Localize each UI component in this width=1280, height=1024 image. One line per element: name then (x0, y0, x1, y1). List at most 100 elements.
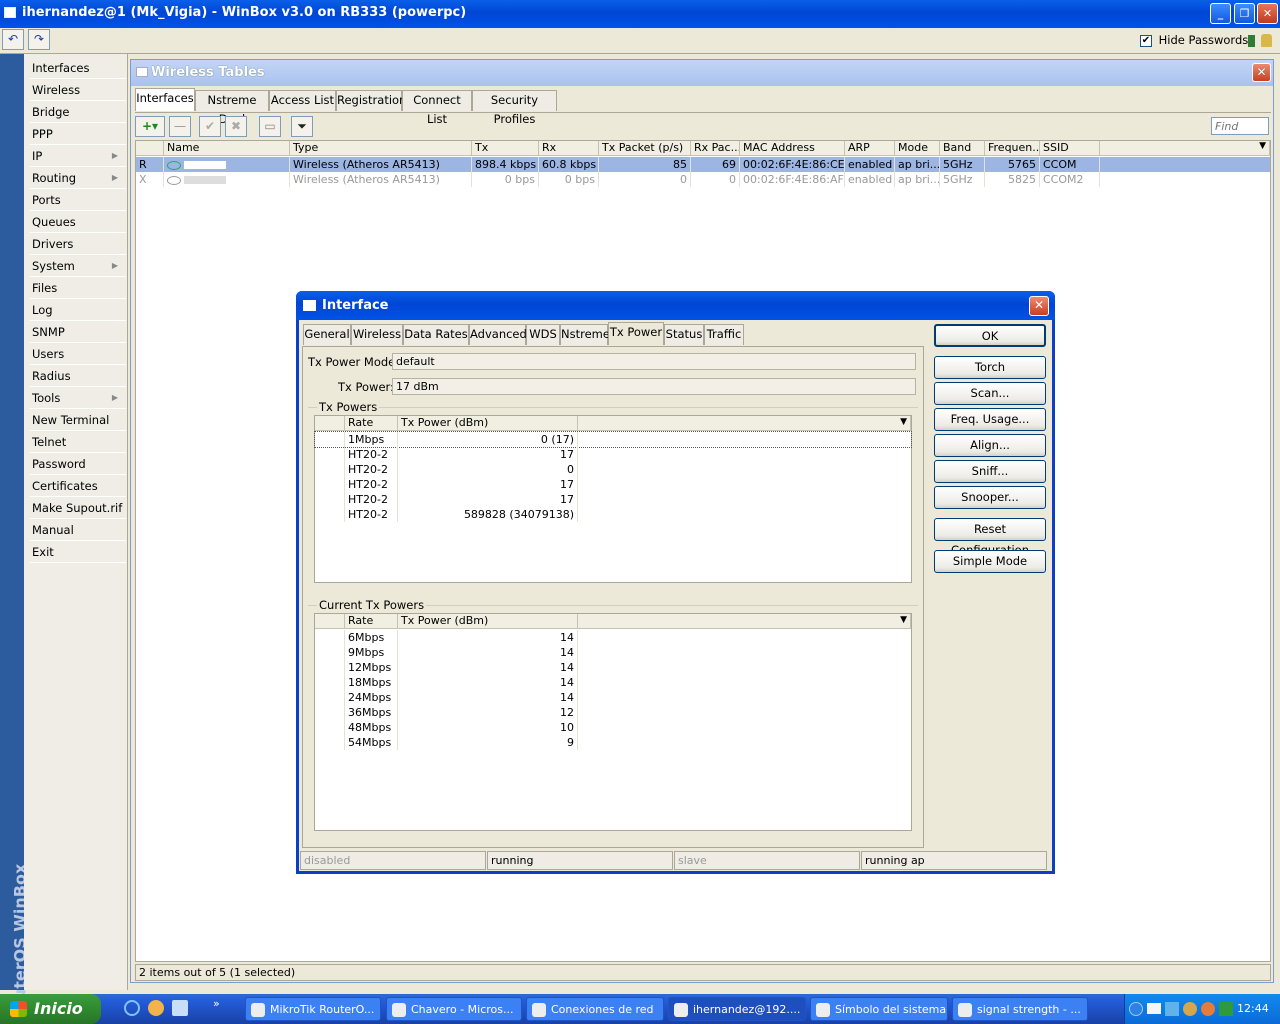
restore-button[interactable]: ❐ (1234, 3, 1255, 24)
tab-general[interactable]: General (303, 324, 351, 345)
tab-tx-power[interactable]: Tx Power (608, 322, 664, 345)
scan-button[interactable]: Scan... (934, 382, 1046, 405)
tab-nstreme[interactable]: Nstreme (560, 324, 610, 345)
sidebar-item-manual[interactable]: Manual (30, 519, 126, 541)
sidebar-item-ports[interactable]: Ports (30, 189, 126, 211)
simple-mode-button[interactable]: Simple Mode (934, 550, 1046, 573)
start-button[interactable]: Inicio (0, 994, 101, 1024)
tray-arrow-icon[interactable] (1129, 1002, 1143, 1016)
list-item[interactable]: 6Mbps 14 (315, 630, 911, 645)
tab-traffic[interactable]: Traffic (704, 324, 744, 345)
list-item[interactable]: 12Mbps 14 (315, 660, 911, 675)
column-header-tx-power[interactable]: Tx Power (dBm) (398, 416, 578, 431)
comment-icon[interactable]: ▭ (259, 116, 281, 137)
column-header-arp[interactable]: ARP (845, 141, 895, 156)
firefox-quicklaunch-icon[interactable] (148, 1000, 164, 1016)
column-menu-icon[interactable]: ▼ (900, 417, 907, 427)
taskbar-task[interactable]: ihernandez@192.... (668, 997, 806, 1021)
security-icon[interactable] (1183, 1002, 1197, 1016)
column-header-band[interactable]: Band (940, 141, 985, 156)
sidebar-item-interfaces[interactable]: Interfaces (30, 57, 126, 79)
sidebar-item-queues[interactable]: Queues (30, 211, 126, 233)
taskbar-task[interactable]: Chavero - Micros... (386, 997, 522, 1021)
torch-button[interactable]: Torch (934, 356, 1046, 379)
sidebar-item-snmp[interactable]: SNMP (30, 321, 126, 343)
tab-nstreme-dual[interactable]: Nstreme Dual (195, 90, 269, 126)
column-header-name[interactable]: Name (164, 141, 290, 156)
column-header-ssid[interactable]: SSID (1040, 141, 1100, 156)
sidebar-item-ip[interactable]: IP ▶ (30, 145, 126, 167)
list-item[interactable]: HT20-2 17 (315, 477, 911, 492)
column-header-tx[interactable]: Tx (472, 141, 539, 156)
table-row[interactable]: R Wireless (Atheros AR5413) 898.4 kbps 60.8… (136, 157, 1270, 172)
hide-passwords-checkbox[interactable]: ✔ (1140, 34, 1152, 47)
add-icon[interactable]: +▾ (135, 116, 165, 137)
tab-wds[interactable]: WDS (526, 324, 560, 345)
firefox-tray-icon[interactable] (1201, 1002, 1215, 1016)
list-item[interactable]: 36Mbps 12 (315, 705, 911, 720)
sidebar-item-routing[interactable]: Routing ▶ (30, 167, 126, 189)
snooper-button[interactable]: Snooper... (934, 486, 1046, 509)
ok-button[interactable]: OK (934, 324, 1046, 347)
disable-icon[interactable]: ✖ (225, 116, 247, 137)
list-item[interactable]: 24Mbps 14 (315, 690, 911, 705)
tab-advanced[interactable]: Advanced (469, 324, 527, 345)
column-header-rx_packet[interactable]: Rx Pac... (691, 141, 740, 156)
mail-icon[interactable] (1147, 1003, 1161, 1014)
column-header-rate[interactable]: Rate (345, 614, 398, 629)
sidebar-item-telnet[interactable]: Telnet (30, 431, 126, 453)
close-icon[interactable]: ✕ (1029, 296, 1049, 316)
tab-data-rates[interactable]: Data Rates (403, 324, 469, 345)
tab-access-list[interactable]: Access List (269, 90, 336, 111)
list-item[interactable]: 54Mbps 9 (315, 735, 911, 750)
tab-status[interactable]: Status (664, 324, 704, 345)
list-item[interactable]: 1Mbps 0 (17) (314, 431, 912, 448)
tab-interfaces[interactable]: Interfaces (135, 88, 195, 111)
column-header-rx[interactable]: Rx (539, 141, 599, 156)
list-item[interactable]: HT20-2 17 (315, 492, 911, 507)
column-header-mode[interactable]: Mode (895, 141, 940, 156)
sidebar-item-users[interactable]: Users (30, 343, 126, 365)
quicklaunch-overflow-icon[interactable]: » (213, 997, 220, 1010)
tab-security-profiles[interactable]: Security Profiles (472, 90, 557, 126)
column-header-tx-power[interactable]: Tx Power (dBm) (398, 614, 578, 629)
taskbar-task[interactable]: signal strength - ... (952, 997, 1088, 1021)
close-button[interactable]: ✕ (1257, 3, 1278, 24)
list-item[interactable]: 9Mbps 14 (315, 645, 911, 660)
filter-icon[interactable]: ⏷ (291, 116, 313, 137)
sidebar-item-drivers[interactable]: Drivers (30, 233, 126, 255)
sidebar-item-ppp[interactable]: PPP (30, 123, 126, 145)
align-button[interactable]: Align... (934, 434, 1046, 457)
column-menu-icon[interactable]: ▼ (900, 615, 907, 625)
column-header-mac[interactable]: MAC Address (740, 141, 845, 156)
sidebar-item-bridge[interactable]: Bridge (30, 101, 126, 123)
sidebar-item-password[interactable]: Password (30, 453, 126, 475)
enable-icon[interactable]: ✔ (199, 116, 221, 137)
tab-registration[interactable]: Registration (336, 90, 406, 111)
list-item[interactable]: HT20-2 0 (315, 462, 911, 477)
sidebar-item-exit[interactable]: Exit (30, 541, 126, 563)
list-item[interactable]: HT20-2 17 (315, 447, 911, 462)
hide-passwords-toggle[interactable]: ✔ Hide Passwords (1140, 33, 1248, 47)
list-item[interactable]: 18Mbps 14 (315, 675, 911, 690)
network-icon[interactable] (1165, 1002, 1179, 1016)
ie-quicklaunch-icon[interactable] (124, 1000, 140, 1016)
sidebar-item-new-terminal[interactable]: New Terminal (30, 409, 126, 431)
sidebar-item-system[interactable]: System ▶ (30, 255, 126, 277)
freq-usage-button[interactable]: Freq. Usage... (934, 408, 1046, 431)
tab-connect-list[interactable]: Connect List (402, 90, 472, 126)
sidebar-item-radius[interactable]: Radius (30, 365, 126, 387)
tab-wireless[interactable]: Wireless (351, 324, 403, 345)
column-header-freq[interactable]: Frequen... (985, 141, 1040, 156)
app-quicklaunch-icon[interactable] (172, 1000, 188, 1016)
remove-icon[interactable]: — (169, 116, 191, 137)
column-menu-icon[interactable]: ▼ (1259, 141, 1266, 151)
list-item[interactable]: 48Mbps 10 (315, 720, 911, 735)
column-header-tx_packet[interactable]: Tx Packet (p/s) (599, 141, 691, 156)
sidebar-item-log[interactable]: Log (30, 299, 126, 321)
tx-power-mode-field[interactable]: default (392, 353, 916, 370)
taskbar-task[interactable]: Símbolo del sistema (810, 997, 948, 1021)
sidebar-item-tools[interactable]: Tools ▶ (30, 387, 126, 409)
sidebar-item-certificates[interactable]: Certificates (30, 475, 126, 497)
column-header-rate[interactable]: Rate (345, 416, 398, 431)
